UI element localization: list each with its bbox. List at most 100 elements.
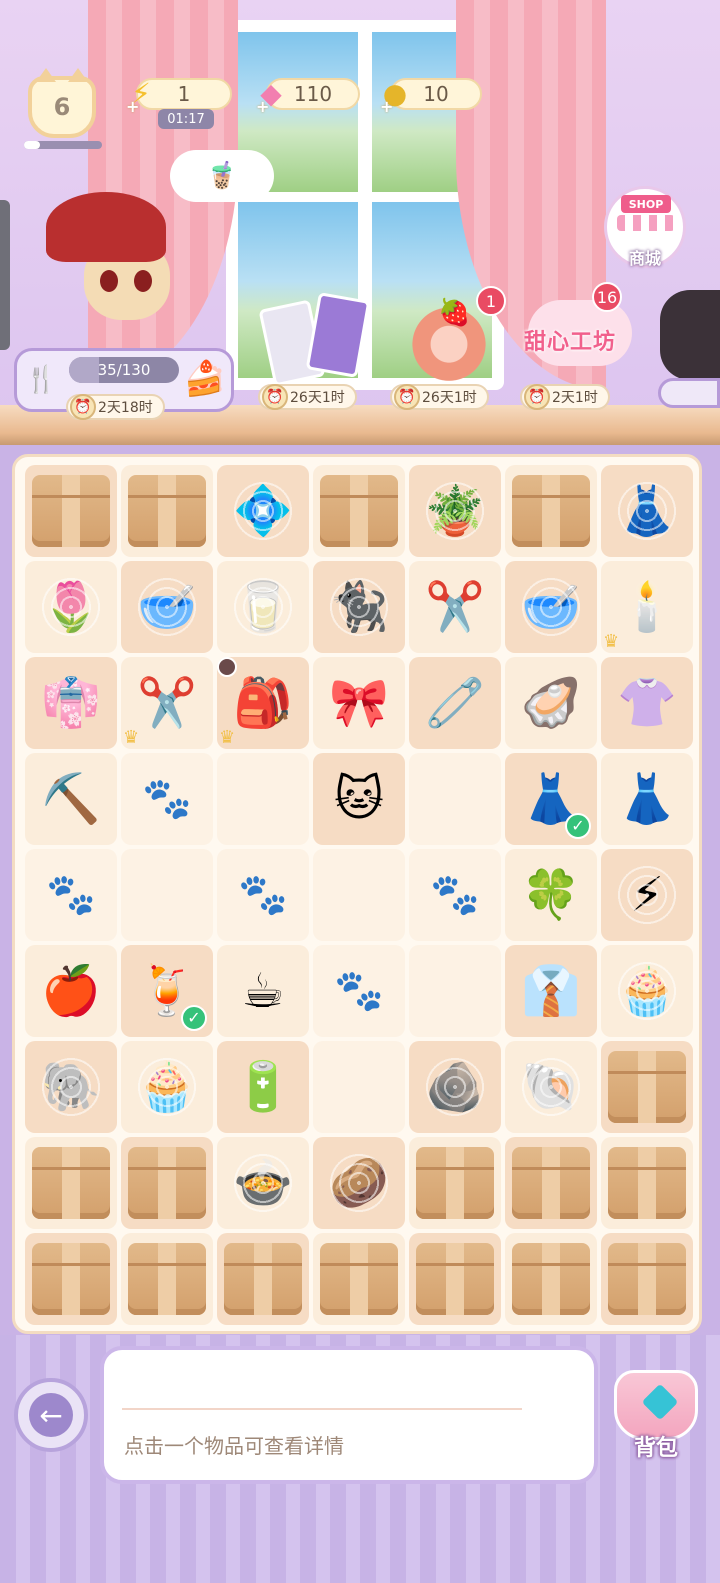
board-cell[interactable]: 🐘: [25, 1041, 117, 1133]
board-cell[interactable]: 👔: [505, 945, 597, 1037]
card-pack-event[interactable]: [258, 292, 371, 387]
bag-button[interactable]: 背包: [602, 1364, 710, 1468]
board-cell[interactable]: 🍹 ✓: [121, 945, 213, 1037]
crown-icon: ♛: [123, 727, 140, 748]
board-cell[interactable]: 🎒 ♛: [217, 657, 309, 749]
cardboard-box-icon: [320, 475, 398, 547]
board-cell[interactable]: 🐱: [313, 753, 405, 845]
board-cell[interactable]: [505, 1137, 597, 1229]
cake-roll-icon: 🍰: [183, 359, 227, 399]
shop-button[interactable]: SHOP 商城: [604, 186, 686, 268]
cardboard-box-icon: [32, 1147, 110, 1219]
shop-sign: SHOP: [621, 195, 671, 213]
strawberry-icon: 🍓: [438, 298, 471, 328]
board-cell[interactable]: [409, 945, 501, 1037]
roll-cake-badge: 1: [476, 286, 506, 316]
board-cell[interactable]: [601, 1041, 693, 1133]
board-cell[interactable]: 🐾: [121, 753, 213, 845]
item-icon: 👔: [521, 963, 581, 1019]
board-cell[interactable]: [505, 465, 597, 557]
cards-timer: ⏰ 26天1时: [258, 384, 357, 410]
board-cell[interactable]: 🪴: [409, 465, 501, 557]
energy-counter[interactable]: ⚡ + 1: [126, 77, 232, 116]
board-cell[interactable]: [25, 1137, 117, 1229]
board-cell[interactable]: 🧷: [409, 657, 501, 749]
board-cell[interactable]: 🍎: [25, 945, 117, 1037]
board-cell[interactable]: 🐾: [313, 945, 405, 1037]
board-cell[interactable]: 🧁: [121, 1041, 213, 1133]
board-cell[interactable]: [313, 465, 405, 557]
board-cell[interactable]: [121, 849, 213, 941]
board-cell[interactable]: ⚡: [601, 849, 693, 941]
board-cell[interactable]: [121, 1137, 213, 1229]
board-cell[interactable]: [313, 1041, 405, 1133]
item-icon: ☕: [241, 963, 285, 1019]
board-cell[interactable]: [409, 753, 501, 845]
board-cell[interactable]: 🕯️ ♛: [601, 561, 693, 653]
board-cell[interactable]: [25, 1233, 117, 1325]
board-cell[interactable]: 🐾: [217, 849, 309, 941]
task-progress-text: 35/130: [97, 361, 151, 379]
board-cell[interactable]: [409, 1233, 501, 1325]
cardboard-box-icon: [512, 1147, 590, 1219]
board-cell[interactable]: [505, 1233, 597, 1325]
board-cell[interactable]: [601, 1137, 693, 1229]
board-cell[interactable]: 🥛: [217, 561, 309, 653]
board-cell[interactable]: ✂️: [409, 561, 501, 653]
side-menu-button[interactable]: [658, 378, 720, 408]
item-icon: 🪴: [425, 483, 485, 539]
board-cell[interactable]: 🐾: [25, 849, 117, 941]
board-cell[interactable]: [313, 1233, 405, 1325]
gem-counter[interactable]: ◆ + 110: [256, 77, 360, 116]
board-cell[interactable]: 🍲: [217, 1137, 309, 1229]
xp-fill: [24, 141, 40, 149]
board-grid: 💠 🪴 👗 🌷 🥣 🥛 🐈‍⬛ ✂️ 🥣 🕯️ ♛ 👘 ✂️ ♛ 🎒 ♛ 🎀 🧷 🦪 👚 ⛏️ 🐾 🐱 👗 ✓ 👗 🐾 🐾 🐾 🍀 ⚡ 🍎 🍹 ✓…: [25, 465, 693, 1325]
board-cell[interactable]: 👗: [601, 465, 693, 557]
side-handle[interactable]: [0, 200, 10, 350]
back-button[interactable]: ←: [14, 1378, 88, 1452]
board-cell[interactable]: 🎀: [313, 657, 405, 749]
cardboard-box-icon: [128, 475, 206, 547]
character-cat-witch[interactable]: [38, 172, 188, 332]
board-cell[interactable]: [217, 753, 309, 845]
board-cell[interactable]: [409, 1137, 501, 1229]
board-cell[interactable]: ✂️ ♛: [121, 657, 213, 749]
board-cell[interactable]: [121, 1233, 213, 1325]
energy-value: 1: [177, 82, 191, 106]
coin-counter[interactable]: ● + 10: [380, 77, 482, 116]
board-cell[interactable]: ⛏️: [25, 753, 117, 845]
board-cell[interactable]: 🐈‍⬛: [313, 561, 405, 653]
board-cell[interactable]: 🧁: [601, 945, 693, 1037]
board-cell[interactable]: 👗: [601, 753, 693, 845]
board-cell[interactable]: [25, 465, 117, 557]
item-icon: ✂️: [137, 675, 197, 731]
board-cell[interactable]: 💠: [217, 465, 309, 557]
board-cell[interactable]: [601, 1233, 693, 1325]
board-cell[interactable]: 🌷: [25, 561, 117, 653]
board-cell[interactable]: 🐾: [409, 849, 501, 941]
board-cell[interactable]: 👗 ✓: [505, 753, 597, 845]
item-icon: 🌷: [41, 579, 101, 635]
arrow-left-icon: ←: [29, 1393, 73, 1437]
item-icon: 🕯️: [617, 579, 677, 635]
cards-timer-text: 26天1时: [290, 390, 345, 406]
board-cell[interactable]: 🐚: [505, 1041, 597, 1133]
sweet-workshop-title: 甜心工坊: [524, 330, 617, 355]
board-cell[interactable]: 🪨: [409, 1041, 501, 1133]
board-cell[interactable]: [121, 465, 213, 557]
board-cell[interactable]: 🍀: [505, 849, 597, 941]
board-cell[interactable]: 🥣: [121, 561, 213, 653]
board-cell[interactable]: 👚: [601, 657, 693, 749]
board-cell[interactable]: 🥣: [505, 561, 597, 653]
board-cell[interactable]: ☕: [217, 945, 309, 1037]
roll-cake-event[interactable]: 🍓: [410, 298, 488, 382]
board-cell[interactable]: 🥔: [313, 1137, 405, 1229]
cardboard-box-icon: [608, 1243, 686, 1315]
level-badge[interactable]: 6: [28, 68, 96, 138]
board-cell[interactable]: 👘: [25, 657, 117, 749]
divider: [122, 1408, 522, 1410]
board-cell[interactable]: [217, 1233, 309, 1325]
board-cell[interactable]: 🔋: [217, 1041, 309, 1133]
board-cell[interactable]: 🦪: [505, 657, 597, 749]
board-cell[interactable]: [313, 849, 405, 941]
